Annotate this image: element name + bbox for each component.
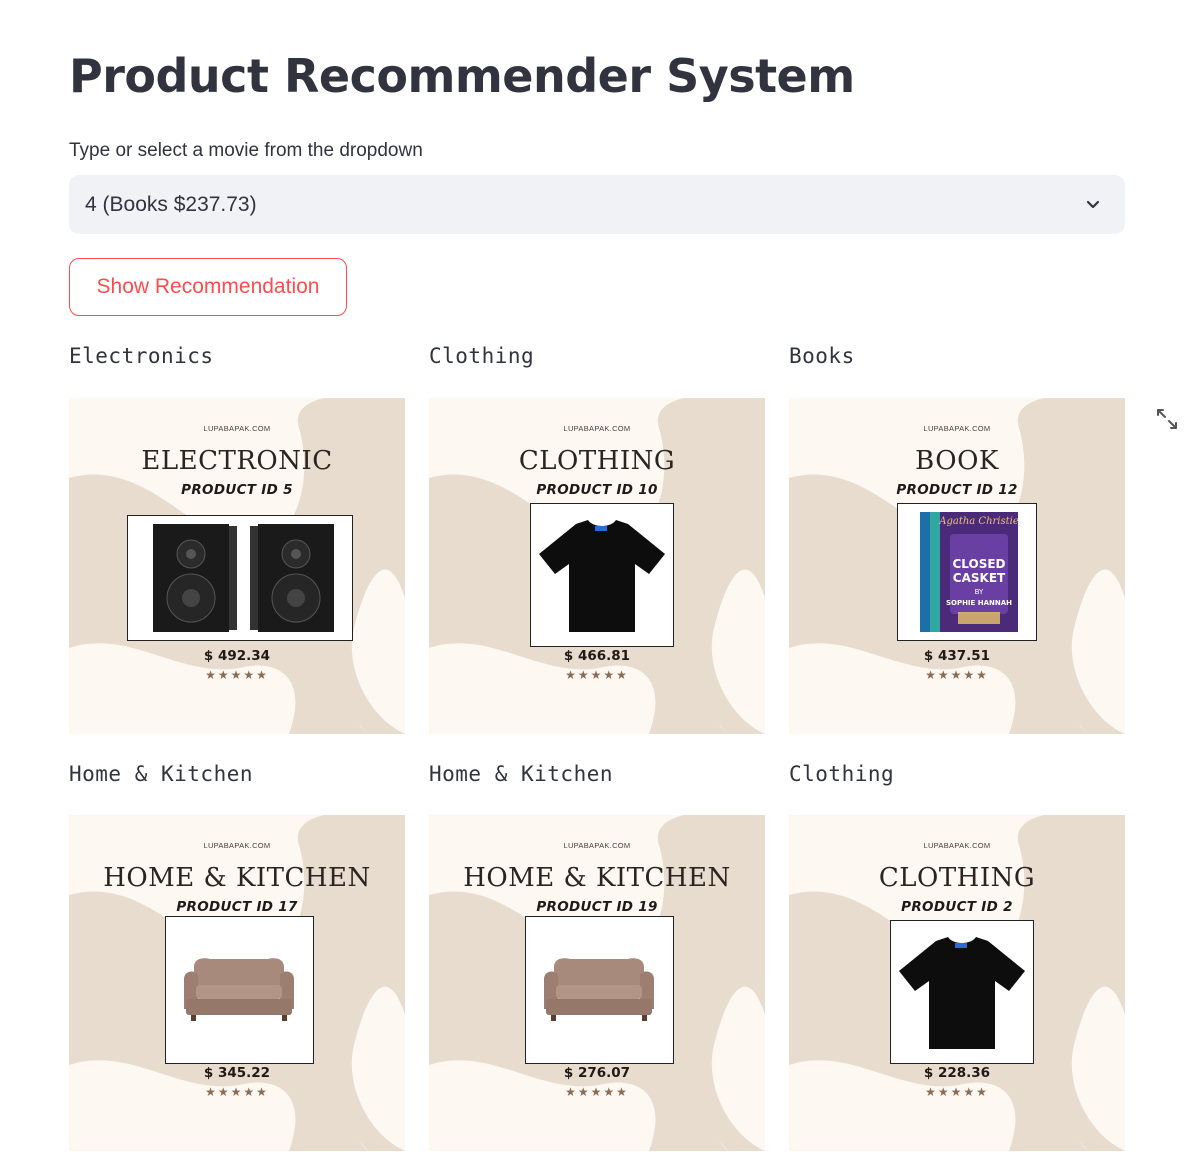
product-id-label: PRODUCT ID 17 [176, 899, 298, 915]
page-title: Product Recommender System [69, 49, 855, 103]
chevron-down-icon [1086, 200, 1100, 209]
expand-icon[interactable] [1155, 407, 1179, 431]
card-category-title: CLOTHING [878, 863, 1036, 893]
product-card[interactable]: LUPABAPAK.COM CLOTHING PRODUCT ID 10 $ 466… [429, 398, 765, 734]
product-id-label: PRODUCT ID 12 [896, 482, 1018, 498]
category-label: Home & Kitchen [69, 762, 254, 786]
t-shirt-icon [899, 937, 1025, 1049]
product-image [127, 515, 353, 641]
show-recommendation-button[interactable]: Show Recommendation [69, 258, 347, 316]
site-label: LUPABAPAK.COM [923, 424, 991, 433]
product-card[interactable]: LUPABAPAK.COM ELECTRONIC PRODUCT ID 5 $ … [69, 398, 405, 734]
svg-text:CLOSED: CLOSED [952, 557, 1005, 571]
product-image [525, 916, 674, 1064]
price-label: $ 345.22 [203, 1065, 271, 1081]
svg-text:BY: BY [975, 588, 984, 596]
product-id-label: PRODUCT ID 2 [901, 899, 1013, 915]
category-label: Electronics [69, 344, 214, 368]
card-category-title: ELECTRONIC [141, 446, 333, 476]
product-id-label: PRODUCT ID 19 [536, 899, 658, 915]
card-category-title: HOME & KITCHEN [103, 863, 371, 893]
price-label: $ 437.51 [923, 648, 991, 664]
site-label: LUPABAPAK.COM [563, 841, 631, 850]
select-value: 4 (Books $237.73) [85, 192, 257, 216]
select-label: Type or select a movie from the dropdown [69, 140, 423, 161]
rating-stars: ★★★★★ [565, 1085, 629, 1099]
product-image [890, 920, 1034, 1064]
site-label: LUPABAPAK.COM [203, 424, 271, 433]
product-image [165, 916, 314, 1064]
books-icon: Agatha Christie CLOSED CASKET BY SOPHIE … [920, 512, 1019, 632]
product-select[interactable]: 4 (Books $237.73) [69, 175, 1125, 234]
site-label: LUPABAPAK.COM [203, 841, 271, 850]
card-category-title: HOME & KITCHEN [463, 863, 731, 893]
product-id-label: PRODUCT ID 10 [536, 482, 658, 498]
product-card[interactable]: LUPABAPAK.COM HOME & KITCHEN PRODUCT ID 17… [69, 815, 405, 1151]
svg-text:CASKET: CASKET [953, 571, 1006, 585]
svg-text:Agatha Christie: Agatha Christie [938, 516, 1019, 527]
rating-stars: ★★★★★ [565, 668, 629, 682]
price-label: $ 276.07 [563, 1065, 631, 1081]
rating-stars: ★★★★★ [925, 1085, 989, 1099]
site-label: LUPABAPAK.COM [563, 424, 631, 433]
product-image: Agatha Christie CLOSED CASKET BY SOPHIE … [897, 503, 1037, 641]
product-id-label: PRODUCT ID 5 [181, 482, 293, 498]
rating-stars: ★★★★★ [205, 668, 269, 682]
category-label: Clothing [429, 344, 535, 368]
rating-stars: ★★★★★ [925, 668, 989, 682]
site-label: LUPABAPAK.COM [923, 841, 991, 850]
speaker-icon [153, 524, 334, 632]
price-label: $ 228.36 [923, 1065, 991, 1081]
sofa-icon [184, 958, 294, 1021]
category-label: Books [789, 344, 855, 368]
card-category-title: BOOK [915, 446, 999, 476]
product-image [530, 503, 674, 647]
price-label: $ 492.34 [203, 648, 271, 664]
product-card[interactable]: LUPABAPAK.COM BOOK PRODUCT ID 12 Agatha Ch… [789, 398, 1125, 734]
price-label: $ 466.81 [563, 648, 631, 664]
category-label: Home & Kitchen [429, 762, 614, 786]
rating-stars: ★★★★★ [205, 1085, 269, 1099]
product-card[interactable]: LUPABAPAK.COM CLOTHING PRODUCT ID 2 $ 228.… [789, 815, 1125, 1151]
sofa-icon [544, 958, 654, 1021]
t-shirt-icon [539, 520, 665, 632]
card-category-title: CLOTHING [518, 446, 676, 476]
svg-text:SOPHIE HANNAH: SOPHIE HANNAH [946, 599, 1012, 607]
category-label: Clothing [789, 762, 895, 786]
product-card[interactable]: LUPABAPAK.COM HOME & KITCHEN PRODUCT ID 19… [429, 815, 765, 1151]
